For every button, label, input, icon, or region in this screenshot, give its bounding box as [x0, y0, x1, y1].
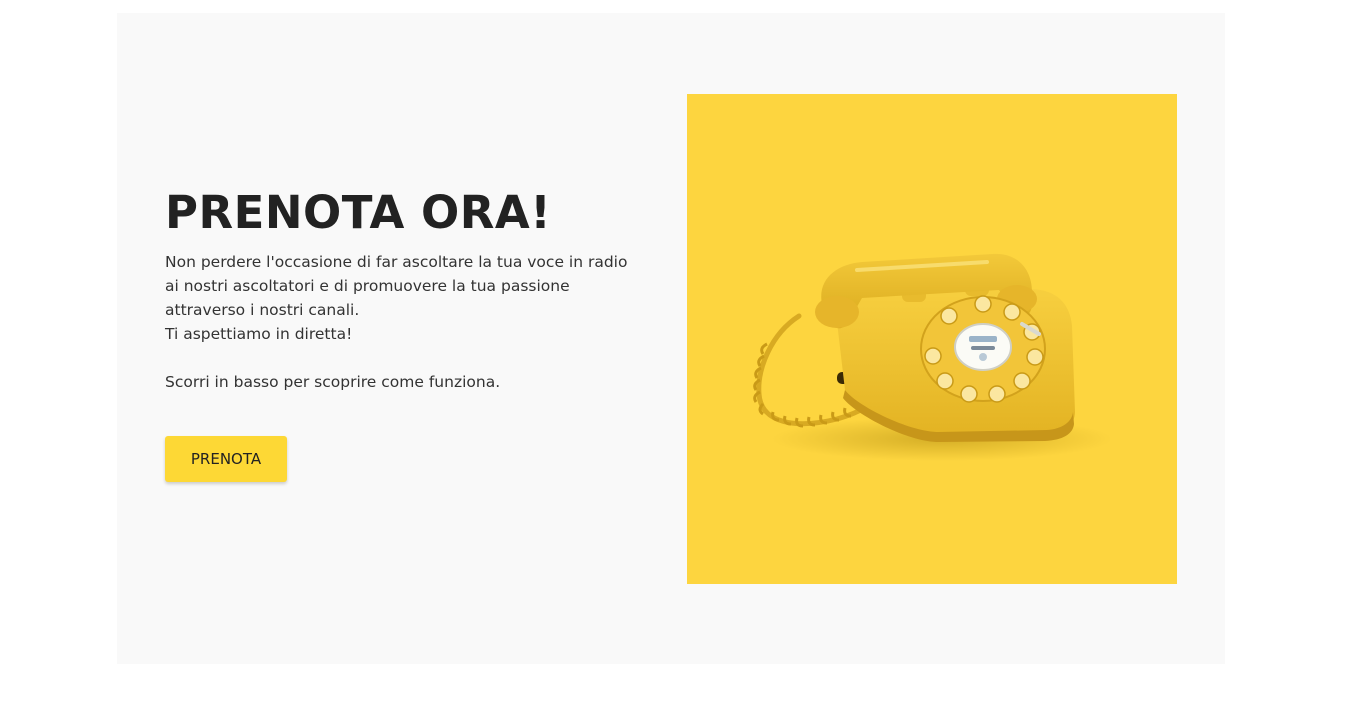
telephone-image: [687, 94, 1177, 584]
hero-description: Non perdere l'occasione di far ascoltare…: [165, 250, 635, 394]
description-invitation: Ti aspettiamo in diretta!: [165, 325, 353, 343]
page-title: PRENOTA ORA!: [165, 186, 552, 239]
rotary-telephone-illustration: [753, 253, 1112, 461]
description-paragraph: Non perdere l'occasione di far ascoltare…: [165, 253, 628, 319]
booking-hero-section: PRENOTA ORA! Non perdere l'occasione di …: [117, 13, 1225, 664]
scroll-hint: Scorri in basso per scoprire come funzio…: [165, 373, 501, 391]
prenota-button[interactable]: PRENOTA: [165, 436, 287, 482]
